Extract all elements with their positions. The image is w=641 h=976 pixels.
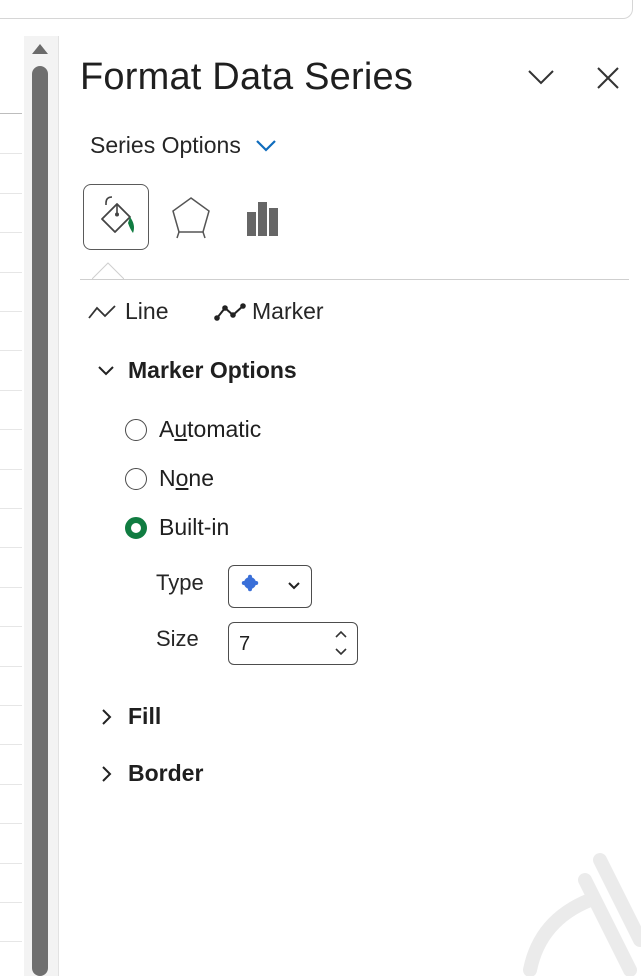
- paint-bucket-icon: [101, 196, 134, 233]
- tab-fill-and-line[interactable]: [83, 184, 149, 250]
- pane-title: Format Data Series: [80, 56, 414, 98]
- format-pane: [60, 36, 641, 976]
- border-section-header[interactable]: Border: [96, 760, 203, 787]
- radio-none-label: None: [159, 465, 215, 491]
- gridline: [0, 272, 22, 273]
- radio-circle-selected: [125, 516, 147, 539]
- chevron-up-icon[interactable]: [332, 626, 350, 642]
- gridline: [0, 666, 22, 667]
- gridline: [0, 153, 22, 154]
- gridline: [0, 863, 22, 864]
- border-label: Border: [128, 760, 204, 786]
- subtab-marker[interactable]: Marker: [214, 298, 324, 325]
- gridline: [0, 350, 22, 351]
- line-icon: [88, 304, 116, 319]
- gridline: [0, 626, 22, 627]
- radio-automatic-label: Automatic: [159, 416, 262, 442]
- subtab-marker-label: Marker: [252, 298, 324, 324]
- gridline: [0, 232, 22, 233]
- chevron-down-icon: [528, 70, 554, 85]
- gridline: [0, 941, 22, 942]
- chevron-down-icon: [98, 365, 114, 375]
- radio-built-in[interactable]: Built-in: [125, 514, 229, 541]
- radio-built-in-label: Built-in: [159, 514, 230, 540]
- marker-size-spinner[interactable]: [228, 622, 358, 665]
- chevron-right-icon: [102, 708, 112, 725]
- worksheet-edge: [0, 40, 22, 976]
- subtab-line[interactable]: Line: [87, 298, 168, 325]
- radio-circle: [125, 418, 147, 441]
- pentagon-icon: [172, 197, 210, 239]
- gridline: [0, 429, 22, 430]
- chevron-down-icon: [288, 582, 300, 590]
- series-options-label: Series Options: [90, 132, 241, 158]
- gridline: [0, 193, 22, 194]
- gridline: [0, 311, 22, 312]
- bar-chart-icon: [247, 202, 278, 236]
- tab-series-options[interactable]: [233, 184, 299, 250]
- scrollbar-thumb[interactable]: [32, 66, 48, 976]
- type-label: Type: [156, 570, 204, 595]
- tab-effects[interactable]: [158, 184, 224, 250]
- chevron-right-icon: [102, 765, 112, 782]
- tab-divider: [80, 279, 629, 280]
- gridline: [0, 390, 22, 391]
- marker-type-select[interactable]: [228, 565, 312, 608]
- marker-size-input[interactable]: [239, 629, 319, 659]
- gridline: [0, 469, 22, 470]
- scroll-up-arrow-icon[interactable]: [32, 44, 48, 54]
- gridline: [0, 705, 22, 706]
- close-pane-button[interactable]: [590, 60, 626, 96]
- fill-label: Fill: [128, 703, 162, 729]
- gridline: [0, 823, 22, 824]
- watermark: [523, 853, 641, 976]
- gridline: [0, 547, 22, 548]
- header-divider: [0, 113, 22, 114]
- size-label: Size: [156, 626, 199, 651]
- marker-line-icon: [214, 302, 246, 321]
- subtab-line-label: Line: [125, 298, 169, 324]
- marker-shape-icon: [241, 574, 259, 592]
- series-options-dropdown[interactable]: Series Options: [90, 132, 277, 159]
- gridline: [0, 744, 22, 745]
- chevron-down-icon: [256, 139, 276, 152]
- marker-options-section-header[interactable]: Marker Options: [96, 357, 297, 384]
- gridline: [0, 784, 22, 785]
- close-icon: [597, 67, 619, 89]
- collapse-pane-button[interactable]: [523, 60, 559, 96]
- radio-none[interactable]: None: [125, 465, 214, 492]
- window-top-edge: [0, 0, 633, 19]
- chevron-down-icon[interactable]: [332, 644, 350, 660]
- selected-tab-notch-icon: [92, 262, 124, 280]
- gridline: [0, 902, 22, 903]
- radio-circle: [125, 467, 147, 490]
- gridline: [0, 508, 22, 509]
- marker-options-label: Marker Options: [128, 357, 297, 383]
- fill-section-header[interactable]: Fill: [96, 703, 161, 730]
- radio-automatic[interactable]: Automatic: [125, 416, 261, 443]
- gridline: [0, 587, 22, 588]
